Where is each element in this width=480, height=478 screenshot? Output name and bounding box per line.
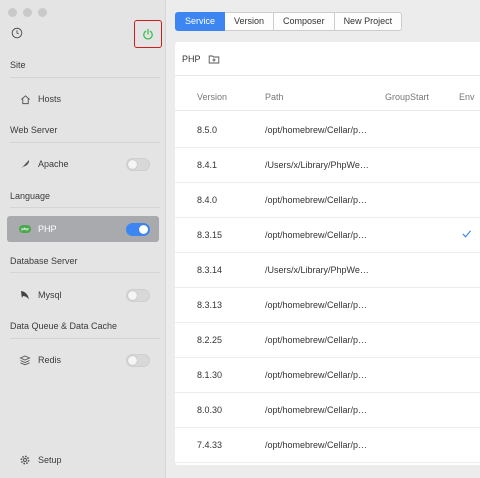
sidebar-item-setup[interactable]: Setup <box>7 447 159 473</box>
sidebar-item-php[interactable]: php PHP <box>7 216 159 242</box>
zoom-window-button[interactable] <box>38 8 47 17</box>
minimize-window-button[interactable] <box>23 8 32 17</box>
power-icon <box>143 28 153 40</box>
sidebar-item-label: Redis <box>38 355 62 365</box>
sidebar-item-label: PHP <box>38 224 57 234</box>
toggle-knob <box>128 160 137 169</box>
path-cell: /opt/homebrew/Cellar/php/8.2.25 <box>265 335 371 345</box>
php-icon: php <box>19 223 31 235</box>
mysql-toggle[interactable] <box>126 289 150 302</box>
tab-new-project[interactable]: New Project <box>334 12 403 31</box>
section-title-web-server: Web Server <box>10 125 58 135</box>
version-cell: 8.0.30 <box>197 405 223 415</box>
path-cell: /opt/homebrew/Cellar/php/8.4.0 <box>265 195 371 205</box>
table-row[interactable]: 7.4.33/opt/homebrew/Cellar/php/7.4.33 <box>175 428 480 463</box>
divider <box>10 77 160 78</box>
table-row[interactable]: 8.3.14/Users/x/Library/PhpWebStudy/env/p… <box>175 253 480 288</box>
sidebar-item-label: Setup <box>38 455 62 465</box>
tab-composer[interactable]: Composer <box>274 12 335 31</box>
version-cell: 8.4.1 <box>197 160 218 170</box>
path-cell: /opt/homebrew/Cellar/php/7.4.33 <box>265 440 371 450</box>
window-controls <box>8 8 47 17</box>
sidebar-item-hosts[interactable]: Hosts <box>7 86 159 112</box>
power-button[interactable] <box>134 20 162 48</box>
column-header-path[interactable]: Path <box>265 92 284 102</box>
divider <box>10 338 160 339</box>
dolphin-icon <box>19 289 31 301</box>
table-row[interactable]: 8.4.1/Users/x/Library/PhpWebStudy/env/ph… <box>175 148 480 183</box>
sidebar-item-label: Mysql <box>38 290 62 300</box>
divider <box>10 272 160 273</box>
path-cell: /opt/homebrew/Cellar/php/8.1.30 <box>265 370 371 380</box>
feather-icon <box>19 158 31 170</box>
section-title-language: Language <box>10 191 51 201</box>
tab-service[interactable]: Service <box>175 12 226 31</box>
toggle-knob <box>128 291 137 300</box>
panel-header: PHP <box>175 42 480 76</box>
table-row[interactable]: 8.5.0/opt/homebrew/Cellar/php/8.5.0 <box>175 113 480 148</box>
version-cell: 8.1.30 <box>197 370 223 380</box>
toggle-knob <box>139 225 148 234</box>
version-cell: 8.5.0 <box>197 125 218 135</box>
table-row[interactable]: 8.1.30/opt/homebrew/Cellar/php/8.1.30 <box>175 358 480 393</box>
tab-bar: Service Version Composer New Project <box>175 12 403 31</box>
toggle-knob <box>128 356 137 365</box>
checkmark-icon[interactable] <box>461 228 472 239</box>
path-cell: /opt/homebrew/Cellar/php/8.3.15 <box>265 230 371 240</box>
apache-toggle[interactable] <box>126 158 150 171</box>
section-title-data-queue: Data Queue & Data Cache <box>10 321 118 331</box>
section-title-site: Site <box>10 60 26 70</box>
table-row[interactable]: 8.4.0/opt/homebrew/Cellar/php/8.4.0 <box>175 183 480 218</box>
sidebar-item-redis[interactable]: Redis <box>7 347 159 373</box>
column-header-version[interactable]: Version <box>197 92 227 102</box>
table-header: Version Path GroupStart Env <box>175 85 480 111</box>
sidebar-item-label: Hosts <box>38 94 62 104</box>
version-cell: 8.4.0 <box>197 195 218 205</box>
table-row[interactable]: 8.3.15/opt/homebrew/Cellar/php/8.3.15 <box>175 218 480 253</box>
redis-toggle[interactable] <box>126 354 150 367</box>
path-cell: /opt/homebrew/Cellar/php/8.0.30 <box>265 405 371 415</box>
stack-icon <box>19 354 31 366</box>
clock-icon[interactable] <box>11 27 23 39</box>
close-window-button[interactable] <box>8 8 17 17</box>
table-row[interactable]: 8.2.25/opt/homebrew/Cellar/php/8.2.25 <box>175 323 480 358</box>
sidebar-item-label: Apache <box>38 159 69 169</box>
path-cell: /Users/x/Library/PhpWebStudy/env/php <box>265 160 371 170</box>
sidebar-item-apache[interactable]: Apache <box>7 151 159 177</box>
column-header-env[interactable]: Env <box>459 92 475 102</box>
path-cell: /Users/x/Library/PhpWebStudy/env/php <box>265 265 371 275</box>
version-cell: 7.4.33 <box>197 440 223 450</box>
sidebar: Site Hosts Web Server Apache Language ph… <box>0 0 166 478</box>
section-title-database-server: Database Server <box>10 256 78 266</box>
version-cell: 8.3.13 <box>197 300 223 310</box>
tab-version[interactable]: Version <box>225 12 275 31</box>
php-service-panel: PHP Version Path GroupStart Env 8.5.0/op… <box>175 42 480 465</box>
sidebar-item-mysql[interactable]: Mysql <box>7 282 159 308</box>
gear-icon <box>19 454 31 466</box>
divider <box>10 142 160 143</box>
divider <box>10 207 160 208</box>
version-cell: 8.2.25 <box>197 335 223 345</box>
php-toggle[interactable] <box>126 223 150 236</box>
version-cell: 8.3.15 <box>197 230 223 240</box>
path-cell: /opt/homebrew/Cellar/php/8.5.0 <box>265 125 371 135</box>
table-row[interactable]: 8.3.13/opt/homebrew/Cellar/php/8.3.13 <box>175 288 480 323</box>
column-header-groupstart[interactable]: GroupStart <box>385 92 429 102</box>
table-row[interactable]: 8.0.30/opt/homebrew/Cellar/php/8.0.30 <box>175 393 480 428</box>
version-cell: 8.3.14 <box>197 265 223 275</box>
home-icon <box>19 93 31 105</box>
panel-title: PHP <box>182 53 201 64</box>
folder-plus-icon[interactable] <box>208 53 220 65</box>
path-cell: /opt/homebrew/Cellar/php/8.3.13 <box>265 300 371 310</box>
